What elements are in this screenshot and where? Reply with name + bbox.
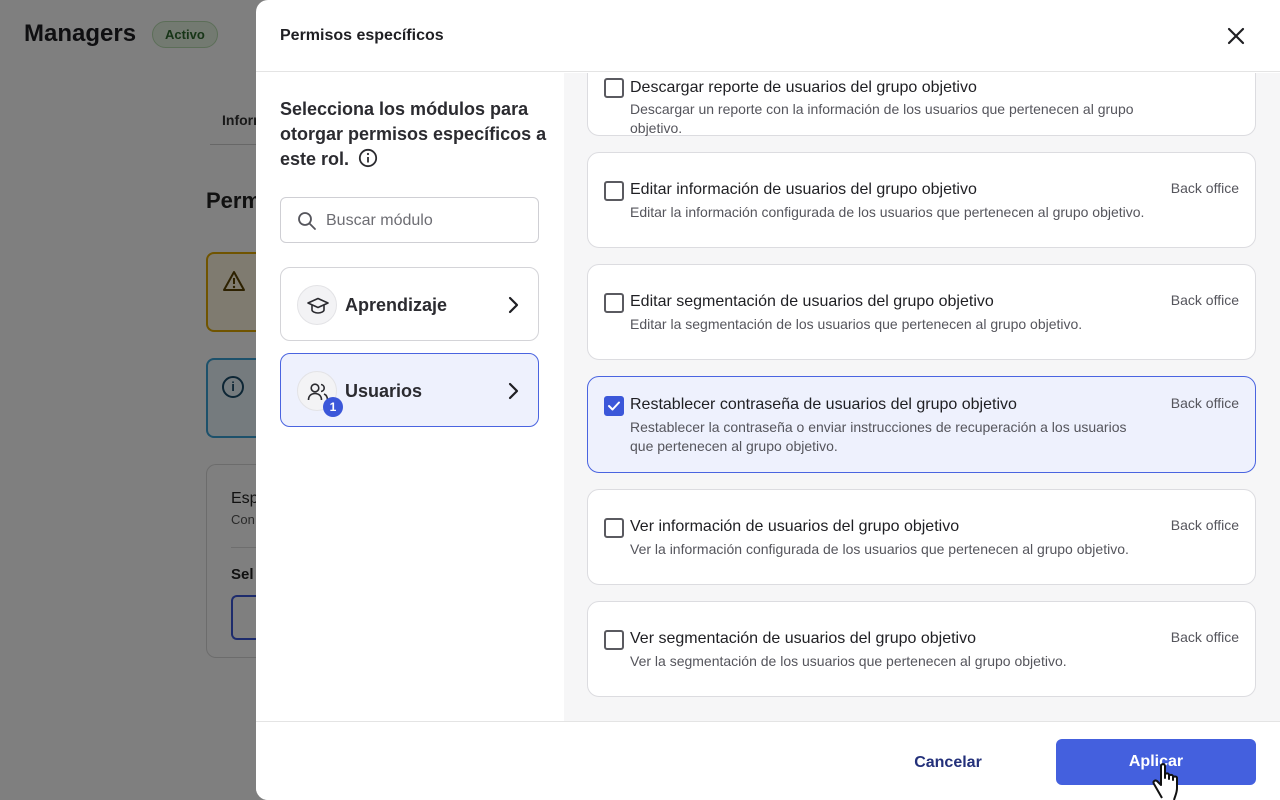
module-search[interactable] — [280, 197, 539, 243]
permission-title: Restablecer contraseña de usuarios del g… — [630, 396, 1017, 413]
cancel-button[interactable]: Cancelar — [876, 740, 1020, 786]
permission-card[interactable]: Ver segmentación de usuarios del grupo o… — [587, 601, 1256, 697]
permission-card[interactable]: Ver información de usuarios del grupo ob… — [587, 489, 1256, 585]
modal-title: Permisos específicos — [280, 27, 444, 44]
modal-header: Permisos específicos — [256, 0, 1280, 72]
permission-checkbox-checked[interactable] — [604, 396, 624, 416]
permission-description: Editar la información configurada de los… — [630, 204, 1145, 220]
hand-cursor-icon — [1152, 763, 1178, 800]
chevron-right-icon — [508, 382, 519, 400]
module-item-aprendizaje[interactable]: Aprendizaje — [280, 267, 539, 341]
chevron-right-icon — [508, 296, 519, 314]
module-label: Aprendizaje — [345, 295, 448, 315]
module-count-badge: 1 — [323, 397, 343, 417]
permission-title: Descargar reporte de usuarios del grupo … — [630, 79, 977, 96]
permission-tag: Back office — [1170, 517, 1239, 533]
modules-panel: Selecciona los módulos para otorgar perm… — [256, 73, 564, 721]
permission-card[interactable]: Editar información de usuarios del grupo… — [587, 152, 1256, 248]
permission-checkbox[interactable] — [604, 78, 624, 98]
module-label: Usuarios — [345, 381, 423, 401]
permission-checkbox[interactable] — [604, 630, 624, 650]
permission-description: Restablecer la contraseña o enviar instr… — [630, 419, 1127, 454]
permission-tag: Back office — [1170, 292, 1239, 308]
module-icon-badge — [297, 285, 337, 325]
permission-card[interactable]: Descargar reporte de usuarios del grupo … — [587, 73, 1256, 136]
permission-title: Ver segmentación de usuarios del grupo o… — [630, 630, 976, 647]
checkmark-icon — [608, 401, 620, 411]
modal-footer: Cancelar Aplicar — [256, 721, 1280, 800]
permission-title: Editar información de usuarios del grupo… — [630, 181, 977, 198]
permission-checkbox[interactable] — [604, 181, 624, 201]
modules-heading: Selecciona los módulos para otorgar perm… — [280, 97, 550, 175]
module-item-usuarios[interactable]: 1 Usuarios — [280, 353, 539, 427]
permission-title: Editar segmentación de usuarios del grup… — [630, 293, 994, 310]
permission-description: Ver la información configurada de los us… — [630, 541, 1129, 557]
permission-card-selected[interactable]: Restablecer contraseña de usuarios del g… — [587, 376, 1256, 473]
search-icon — [298, 212, 316, 230]
permission-description: Descargar un reporte con la información … — [630, 101, 1134, 136]
permission-description: Editar la segmentación de los usuarios q… — [630, 316, 1083, 332]
permission-card[interactable]: Editar segmentación de usuarios del grup… — [587, 264, 1256, 360]
permission-tag: Back office — [1170, 395, 1239, 411]
graduation-cap-icon — [307, 297, 329, 314]
module-icon-badge: 1 — [297, 371, 343, 417]
modules-heading-text: Selecciona los módulos para otorgar perm… — [280, 99, 547, 169]
permissions-list[interactable]: Descargar reporte de usuarios del grupo … — [564, 73, 1280, 721]
permissions-modal: Permisos específicos Selecciona los módu… — [256, 0, 1280, 800]
permission-tag: Back office — [1170, 180, 1239, 196]
permission-checkbox[interactable] — [604, 293, 624, 313]
permission-tag: Back office — [1170, 629, 1239, 645]
permission-title: Ver información de usuarios del grupo ob… — [630, 518, 960, 535]
search-input[interactable] — [326, 210, 526, 232]
close-icon — [1227, 27, 1245, 45]
permission-description: Ver la segmentación de los usuarios que … — [630, 653, 1067, 669]
info-icon[interactable] — [358, 148, 378, 175]
permission-checkbox[interactable] — [604, 518, 624, 538]
close-button[interactable] — [1222, 22, 1250, 50]
